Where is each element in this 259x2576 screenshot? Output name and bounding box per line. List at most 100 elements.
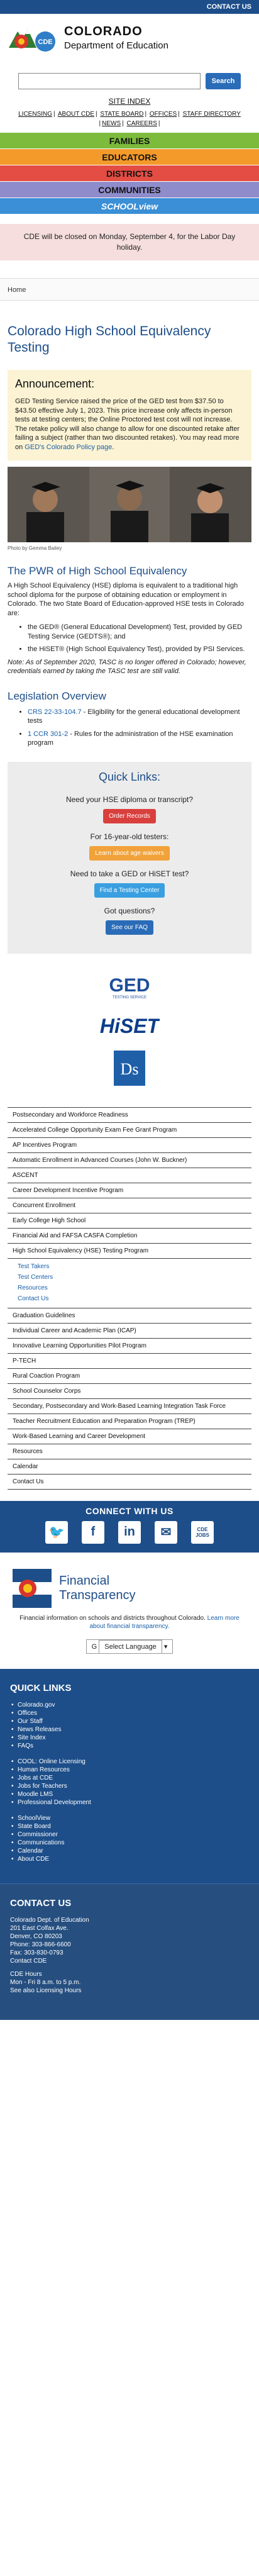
announcement-box: Announcement: GED Testing Service raised… — [8, 370, 251, 460]
footer-link[interactable]: Offices — [10, 1709, 249, 1717]
sub-link-contact-us[interactable]: Contact Us — [18, 1293, 251, 1304]
select-language-dropdown[interactable]: G Select Language ▾ — [85, 1639, 174, 1654]
logo-line1: COLORADO — [64, 25, 143, 38]
footer-link[interactable]: Our Staff — [10, 1717, 249, 1726]
footer-link[interactable]: Jobs for Teachers — [10, 1782, 249, 1790]
contact-cde-link[interactable]: Contact CDE — [10, 1958, 47, 1965]
footer-link[interactable]: State Board — [10, 1822, 249, 1831]
search-input[interactable] — [18, 73, 201, 89]
contact-phone: Phone: 303-866-6600 — [10, 1941, 71, 1948]
nav-communities[interactable]: COMMUNITIES — [0, 181, 259, 198]
breadcrumb-home[interactable]: Home — [8, 286, 26, 294]
section-link[interactable]: Secondary, Postsecondary and Work-Based … — [8, 1399, 251, 1414]
footer-link[interactable]: Commissioner — [10, 1831, 249, 1839]
footer-link[interactable]: About CDE — [10, 1855, 249, 1863]
footer-link[interactable]: SchoolView — [10, 1814, 249, 1822]
section-link[interactable]: Financial Aid and FAFSA CASFA Completion — [8, 1229, 251, 1244]
tasc-note: Note: As of September 2020, TASC is no l… — [8, 658, 246, 676]
quick-prompt: Need to take a GED or HiSET test? — [70, 869, 189, 878]
crs-link[interactable]: CRS 22-33-104.7 — [28, 708, 82, 716]
find-testing-center-button[interactable]: Find a Testing Center — [94, 883, 165, 898]
contact-fax: Fax: 303-830-0793 — [10, 1949, 63, 1956]
cde-jobs-icon[interactable]: CDE JOBS — [191, 1520, 214, 1544]
cde-logo[interactable]: CDE COLORADO Department of Education — [0, 14, 259, 59]
section-link[interactable]: Individual Career and Academic Plan (ICA… — [8, 1324, 251, 1339]
section-link[interactable]: Postsecondary and Workforce Readiness — [8, 1108, 251, 1123]
sub-link-test-takers[interactable]: Test Takers — [18, 1261, 251, 1272]
quick-prompt: For 16-year-old testers: — [90, 832, 169, 841]
section-link[interactable]: Career Development Incentive Program — [8, 1183, 251, 1198]
ged-policy-link[interactable]: GED's Colorado Policy page — [25, 443, 112, 451]
footer-link[interactable]: Calendar — [10, 1847, 249, 1855]
footer-link[interactable]: Colorado.gov — [10, 1701, 249, 1709]
hse-test-list: the GED® (General Educational Developmen… — [28, 623, 251, 654]
sub-link-test-centers[interactable]: Test Centers — [18, 1272, 251, 1283]
nav-districts[interactable]: DISTRICTS — [0, 165, 259, 181]
section-link[interactable]: Contact Us — [8, 1475, 251, 1490]
section-link-hse-current[interactable]: High School Equivalency (HSE) Testing Pr… — [8, 1244, 251, 1259]
util-link-about[interactable]: About CDE — [58, 111, 94, 118]
footer-link[interactable]: Professional Development — [10, 1798, 249, 1807]
section-link[interactable]: Graduation Guidelines — [8, 1308, 251, 1324]
section-link[interactable]: Rural Coaction Program — [8, 1369, 251, 1384]
financial-transparency-logo[interactable]: Financial Transparency — [0, 1553, 259, 1614]
sub-link-resources[interactable]: Resources — [18, 1283, 251, 1293]
section-link[interactable]: Teacher Recruitment Education and Prepar… — [8, 1414, 251, 1429]
hiset-logo-icon[interactable]: HiSET — [99, 1012, 160, 1039]
util-link-careers[interactable]: Careers — [127, 120, 157, 127]
section-link[interactable]: Concurrent Enrollment — [8, 1198, 251, 1213]
footer-link[interactable]: FAQs — [10, 1742, 249, 1750]
legislation-heading: Legislation Overview — [8, 689, 106, 702]
nav-schoolview[interactable]: SCHOOL view — [0, 198, 259, 214]
licensing-hours-link[interactable]: Licensing Hours — [36, 1987, 82, 1994]
ds-logo-icon[interactable]: Ds — [114, 1050, 145, 1086]
footer-link[interactable]: Communications — [10, 1839, 249, 1847]
footer-link[interactable]: Moodle LMS — [10, 1790, 249, 1798]
cde-badge-text: CDE — [38, 38, 52, 46]
util-link-news[interactable]: News — [102, 120, 121, 127]
footer-link[interactable]: Human Resources — [10, 1766, 249, 1774]
section-link[interactable]: AP Incentives Program — [8, 1138, 251, 1153]
contact-heading: CONTACT US — [10, 1897, 72, 1909]
facebook-icon[interactable]: f — [82, 1520, 104, 1544]
section-link[interactable]: Automatic Enrollment in Advanced Courses… — [8, 1153, 251, 1168]
section-link[interactable]: ASCENT — [8, 1168, 251, 1183]
announcement-body: GED Testing Service raised the price of … — [15, 398, 240, 451]
see-faq-button[interactable]: See our FAQ — [106, 920, 153, 935]
ged-logo-icon[interactable]: GED TESTING SERVICE — [104, 973, 155, 1000]
search-button[interactable]: Search — [206, 73, 241, 89]
section-link[interactable]: P-TECH — [8, 1354, 251, 1369]
ccr-link[interactable]: 1 CCR 301-2 — [28, 730, 68, 738]
order-records-button[interactable]: Order Records — [103, 808, 156, 823]
util-link-licensing[interactable]: Licensing — [18, 111, 52, 118]
footer-link[interactable]: COOL: Online Licensing — [10, 1758, 249, 1766]
util-link-staff-directory[interactable]: Staff Directory — [183, 111, 241, 118]
twitter-icon[interactable]: 🐦 — [45, 1520, 68, 1544]
section-link[interactable]: Work-Based Learning and Career Developme… — [8, 1429, 251, 1444]
section-link[interactable]: Accelerated College Opportunity Exam Fee… — [8, 1123, 251, 1138]
footer-link[interactable]: Jobs at CDE — [10, 1774, 249, 1782]
site-index-link[interactable]: SITE INDEX — [109, 97, 151, 106]
section-link[interactable]: School Counselor Corps — [8, 1384, 251, 1399]
ft-line1: Financial — [59, 1573, 110, 1588]
footer-link[interactable]: Site Index — [10, 1734, 249, 1742]
section-link[interactable]: Calendar — [8, 1459, 251, 1475]
announcement-heading: Announcement: — [15, 377, 95, 390]
list-item: the GED® (General Educational Developmen… — [28, 623, 251, 641]
section-link[interactable]: Resources — [8, 1444, 251, 1459]
contact-addr2: Denver, CO 80203 — [10, 1932, 62, 1940]
nav-families[interactable]: FAMILIES — [0, 132, 259, 148]
section-link[interactable]: Innovative Learning Opportunities Pilot … — [8, 1339, 251, 1354]
list-item: CRS 22-33-104.7 - Eligibility for the ge… — [28, 708, 251, 726]
util-link-offices[interactable]: Offices — [150, 111, 177, 118]
nav-educators[interactable]: EDUCATORS — [0, 148, 259, 165]
svg-text:HiSET: HiSET — [100, 1015, 160, 1037]
contact-us-link[interactable]: CONTACT US — [207, 3, 251, 11]
section-link[interactable]: Early College High School — [8, 1213, 251, 1229]
footer-link[interactable]: News Releases — [10, 1726, 249, 1734]
email-icon[interactable]: ✉ — [155, 1520, 177, 1544]
age-waivers-button[interactable]: Learn about age waivers — [89, 845, 170, 861]
linkedin-icon[interactable]: in — [118, 1520, 141, 1544]
ft-line2: Transparency — [59, 1588, 136, 1602]
util-link-state-board[interactable]: State Board — [100, 111, 143, 118]
